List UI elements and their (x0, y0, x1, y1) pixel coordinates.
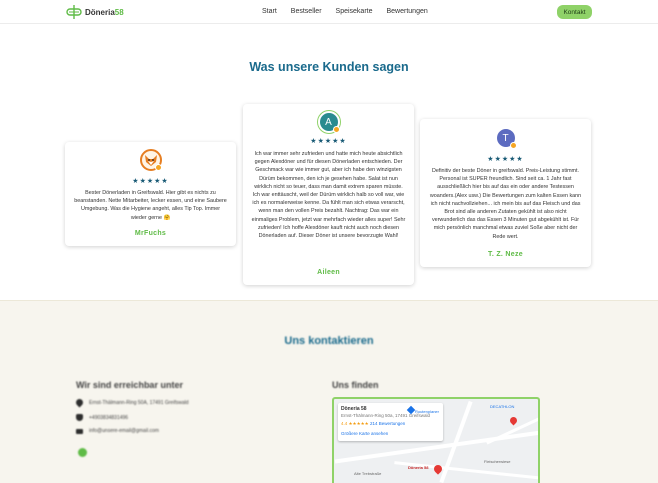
contact-phone: +4903834831496 (76, 414, 128, 421)
map-street-label: Fleischerwiese (484, 459, 511, 464)
star-rating: ★★★★★ (310, 138, 347, 145)
reach-title: Wir sind erreichbar unter (76, 380, 183, 390)
phone-icon (76, 414, 83, 421)
map-pin-label: Döneria 58 (408, 465, 429, 470)
directions-icon (406, 405, 416, 415)
doner-logo-icon (66, 5, 82, 19)
contact-email: info@unsere-email@gmail.com (76, 428, 159, 434)
kontakt-button[interactable]: Kontakt (557, 5, 592, 19)
map-rating: 4.4 ★★★★★ 214 Bewertungen (341, 421, 406, 426)
logo-text: Döneria58 (85, 7, 124, 17)
avatar-letter: A (325, 116, 332, 128)
map-street-label: DECATHLON (490, 404, 515, 409)
mail-icon (76, 428, 83, 434)
local-guide-badge-icon (154, 164, 162, 171)
main-nav: Start Bestseller Speisekarte Bewertungen (262, 8, 428, 15)
map-place-card: Döneria 58 Ernst-Thälmann-Ring 50a, 1749… (338, 403, 443, 441)
logo[interactable]: Döneria58 (66, 5, 124, 19)
review-author: T. Z. Neze (488, 251, 523, 258)
contact-address: Ernst-Thälmann-Ring 50A, 17491 Greifswal… (74, 397, 189, 408)
review-text: Definitiv der beste Döner in greifswald.… (429, 168, 582, 240)
map-street-label: Alte Trebstraße (354, 471, 382, 476)
review-card: A ★★★★★ Ich war immer sehr zufrieden und… (243, 104, 414, 285)
star-rating: ★★★★★ (132, 178, 169, 185)
nav-item-start[interactable]: Start (262, 8, 277, 15)
local-guide-badge-icon (509, 142, 517, 149)
map-pin-icon (508, 415, 519, 426)
phone-text[interactable]: +4903834831496 (89, 415, 128, 421)
location-pin-icon (74, 397, 85, 408)
map-bigger-link[interactable]: Größere Karte ansehen (341, 431, 440, 436)
review-text: Bester Dönerladen in Greifswald. Hier gi… (74, 190, 227, 221)
star-rating: ★★★★★ (487, 156, 524, 163)
address-text: Ernst-Thälmann-Ring 50A, 17491 Greifswal… (89, 399, 189, 406)
review-card: T ★★★★★ Definitiv der beste Döner in gre… (420, 119, 591, 267)
fox-avatar (139, 149, 162, 171)
nav-item-bewertungen[interactable]: Bewertungen (387, 8, 428, 15)
avatar-letter: T (502, 132, 509, 144)
review-text: Ich war immer sehr zufrieden und hatte m… (251, 151, 406, 240)
review-card: ★★★★★ Bester Dönerladen in Greifswald. H… (65, 142, 236, 246)
nav-item-bestseller[interactable]: Bestseller (291, 8, 322, 15)
map-route-link[interactable]: Routenplaner (406, 405, 439, 415)
whatsapp-icon[interactable] (78, 448, 87, 457)
nav-item-speisekarte[interactable]: Speisekarte (336, 8, 373, 15)
google-map[interactable]: DECATHLON Fleischerwiese Alte Trebstraße… (332, 397, 540, 483)
reviews-title: Was unsere Kunden sagen (249, 60, 409, 74)
local-guide-badge-icon (332, 126, 340, 133)
site-header: Döneria58 Start Bestseller Speisekarte B… (0, 0, 658, 24)
review-author: Aileen (317, 269, 340, 276)
avatar: A (317, 111, 340, 133)
email-text[interactable]: info@unsere-email@gmail.com (89, 428, 159, 434)
contact-section (0, 300, 658, 483)
review-author: MrFuchs (134, 230, 167, 237)
contact-title: Uns kontaktieren (284, 335, 374, 347)
find-title: Uns finden (332, 380, 379, 390)
avatar: T (494, 127, 517, 149)
page: Döneria58 Start Bestseller Speisekarte B… (0, 0, 658, 483)
